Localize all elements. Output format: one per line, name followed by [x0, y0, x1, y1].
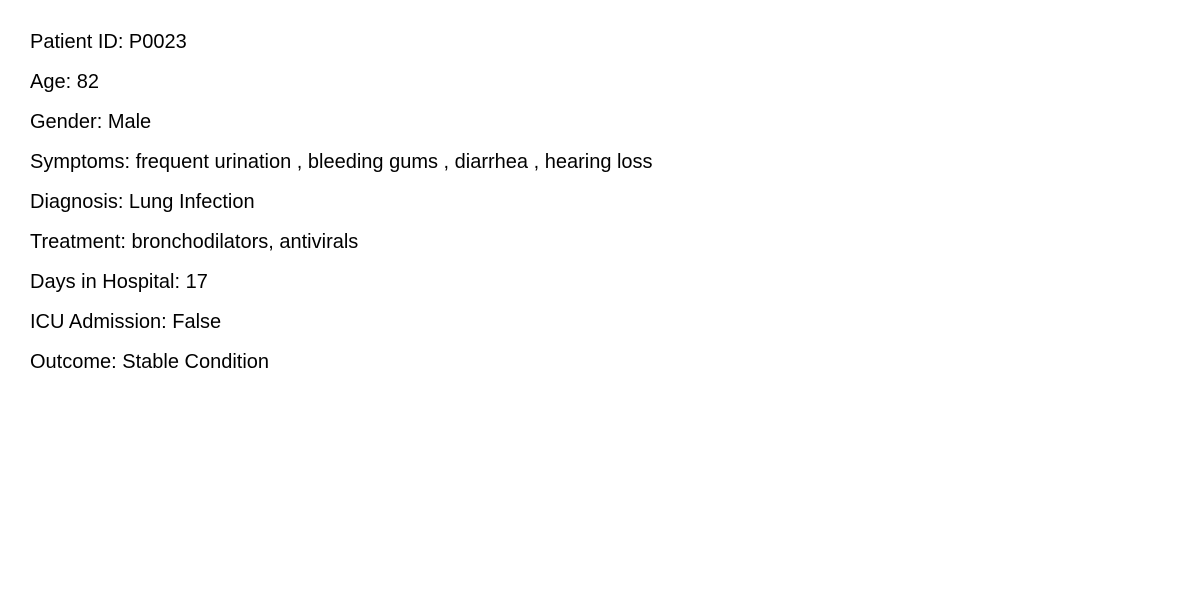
gender-field: Gender: Male [30, 111, 152, 133]
patient-id-field: Patient ID: P0023 [30, 31, 187, 53]
symptoms-field: Symptoms: frequent urination , bleeding … [30, 151, 653, 173]
outcome-field: Outcome: Stable Condition [30, 351, 270, 373]
days-in-hospital-field: Days in Hospital: 17 [30, 271, 208, 293]
diagnosis-field: Diagnosis: Lung Infection [30, 191, 255, 213]
icu-admission-field: ICU Admission: False [30, 311, 222, 333]
age-field: Age: 82 [30, 71, 99, 93]
patient-record: Patient ID: P0023 Age: 82 Gender: Male S… [30, 30, 653, 390]
treatment-field: Treatment: bronchodilators, antivirals [30, 231, 359, 253]
